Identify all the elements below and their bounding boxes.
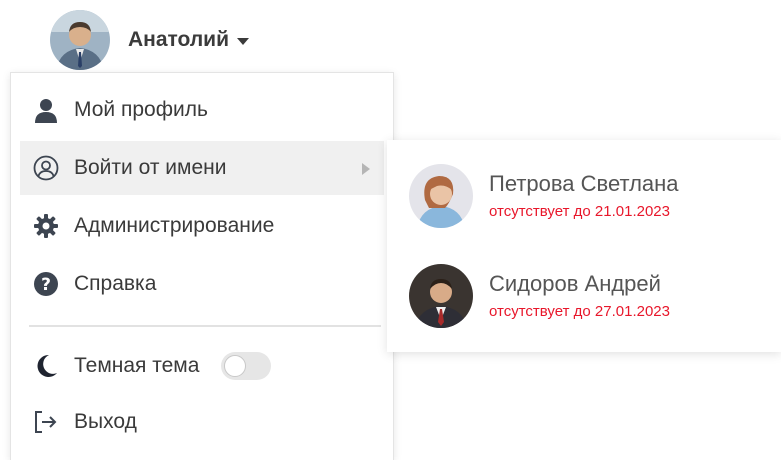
logout-icon [32,408,60,436]
menu-divider [29,325,381,327]
menu-item-login-as[interactable]: Войти от имени [20,141,384,195]
menu-label-dark-theme: Темная тема [74,354,200,377]
menu-item-dark-theme[interactable]: Темная тема [20,339,384,393]
toggle-knob [224,355,247,377]
menu-label-help: Справка [74,272,157,295]
svg-text:?: ? [41,275,51,295]
user-name: Анатолий [128,28,230,51]
chevron-right-icon [362,163,370,175]
menu-label-logout: Выход [74,410,137,433]
impersonate-user-item[interactable]: Сидоров Андрей отсутствует до 27.01.2023 [387,246,781,346]
impersonate-user-item[interactable]: Петрова Светлана отсутствует до 21.01.20… [387,146,781,246]
menu-item-administration[interactable]: Администрирование [20,199,384,253]
gear-icon [32,212,60,240]
dark-theme-toggle[interactable] [221,352,272,380]
help-icon: ? [32,270,60,298]
login-as-submenu: Петрова Светлана отсутствует до 21.01.20… [387,140,781,352]
menu-item-logout[interactable]: Выход [20,395,384,449]
moon-icon [32,352,60,380]
impersonate-user-name: Сидоров Андрей [489,271,661,296]
menu-label-administration: Администрирование [74,214,275,237]
menu-item-profile[interactable]: Мой профиль [20,83,384,137]
menu-label-login-as: Войти от имени [74,156,227,179]
caret-down-icon [237,37,250,45]
menu-item-help[interactable]: ? Справка [20,257,384,311]
menu-label-profile: Мой профиль [74,98,208,121]
user-circle-icon [32,154,60,182]
user-avatar [409,264,473,328]
person-icon [32,96,60,124]
user-avatar [50,10,110,70]
user-menu-button[interactable]: Анатолий [50,8,250,72]
impersonate-user-status: отсутствует до 21.01.2023 [489,203,670,220]
user-avatar [409,164,473,228]
impersonate-user-name: Петрова Светлана [489,171,679,196]
impersonate-user-status: отсутствует до 27.01.2023 [489,303,670,320]
user-dropdown-menu: Мой профиль Войти от имени Администриров… [10,72,394,460]
